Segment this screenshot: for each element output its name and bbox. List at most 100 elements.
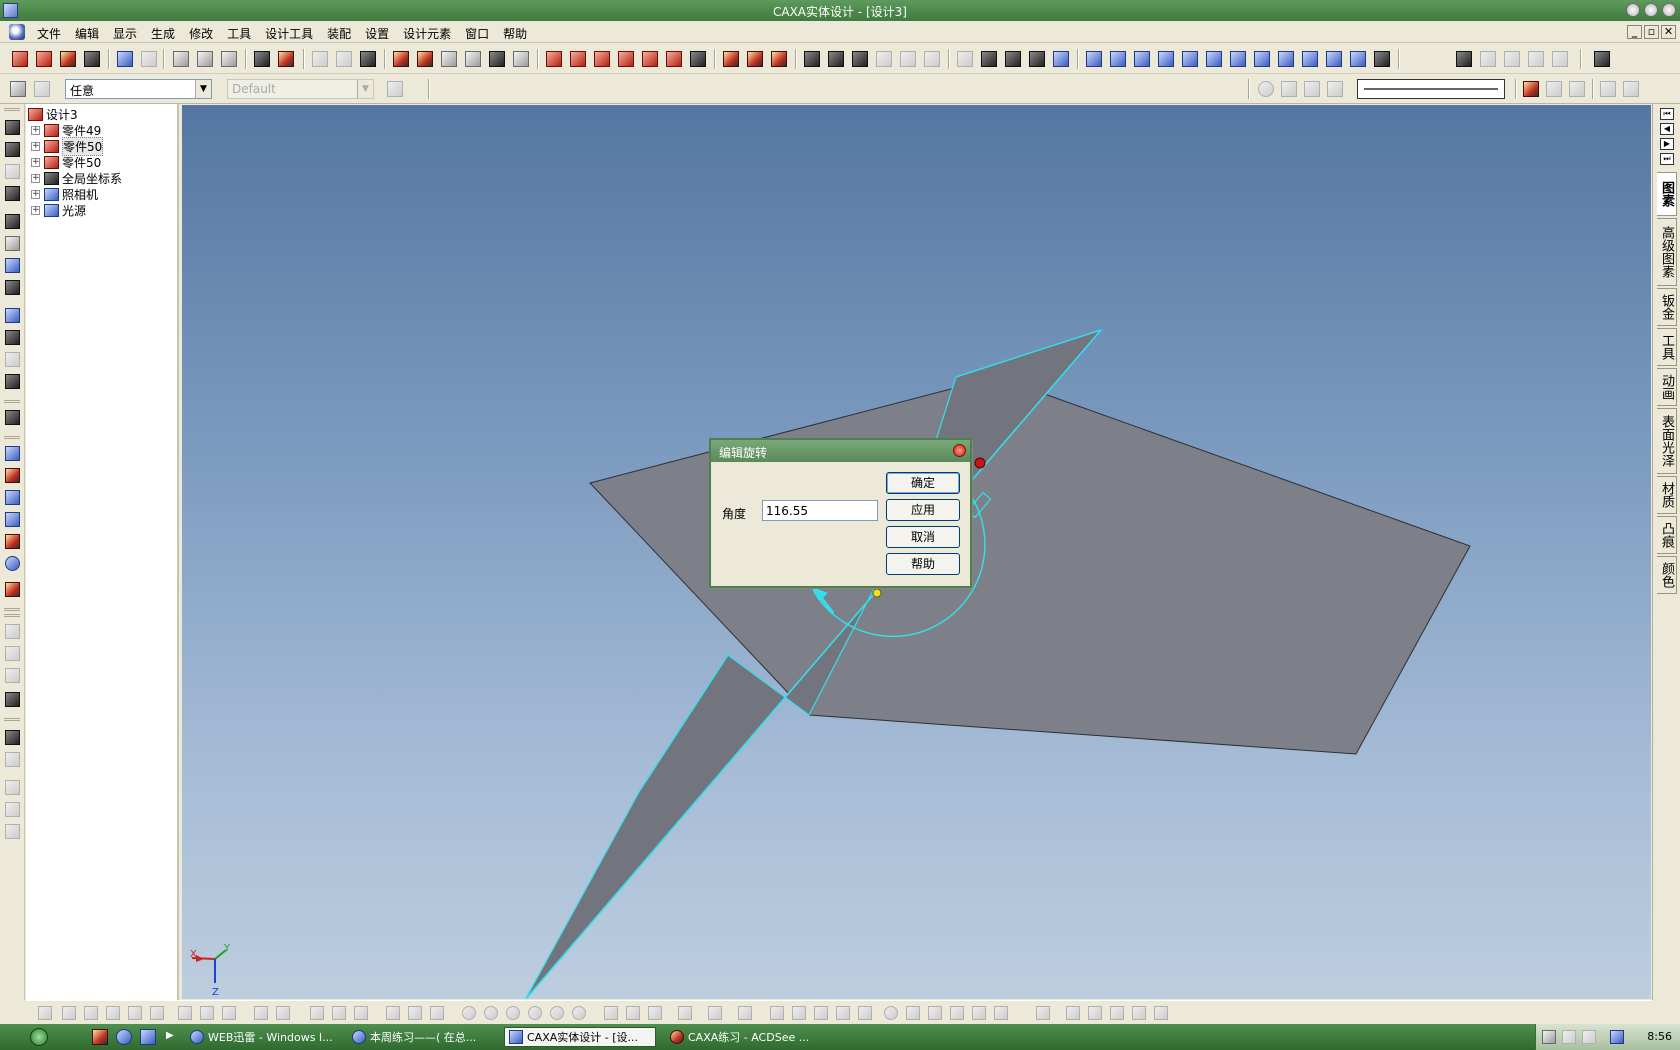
snap-b-icon[interactable]: [408, 1006, 422, 1020]
mdi-restore-button[interactable]: ▫: [1644, 25, 1659, 39]
angle-input[interactable]: [762, 500, 878, 521]
play-icon[interactable]: [1281, 81, 1297, 97]
menu-settings[interactable]: 设置: [358, 25, 396, 42]
task-button[interactable]: 本周练习——( 在总...: [348, 1027, 498, 1047]
view-a-icon[interactable]: [957, 51, 973, 67]
sketch-rect-icon[interactable]: [570, 51, 586, 67]
expand-icon[interactable]: +: [31, 157, 40, 167]
circle-b-icon[interactable]: [484, 1006, 498, 1020]
view-e-icon[interactable]: [1053, 51, 1069, 67]
chevron-down-icon[interactable]: ▼: [195, 80, 211, 98]
delete-icon[interactable]: [222, 1006, 236, 1020]
face-a-icon[interactable]: [5, 446, 20, 461]
layer-b-icon[interactable]: [5, 646, 20, 661]
arc-c-icon[interactable]: [648, 1006, 662, 1020]
extrude-icon[interactable]: [393, 51, 409, 67]
tab-emboss[interactable]: 凸痕: [1657, 516, 1677, 554]
dropper-icon[interactable]: [5, 730, 20, 745]
constraint-a-icon[interactable]: [254, 1006, 268, 1020]
apply-button[interactable]: 应用: [886, 499, 960, 521]
mdi-close-button[interactable]: ✕: [1661, 25, 1676, 39]
feature-f-icon[interactable]: [924, 51, 940, 67]
sketch-offset-icon[interactable]: [666, 51, 682, 67]
tab-animation[interactable]: 动画: [1657, 368, 1677, 406]
camera-d-icon[interactable]: [5, 374, 20, 389]
curve-j-icon[interactable]: [1302, 51, 1318, 67]
expand-icon[interactable]: +: [31, 125, 40, 135]
render-b-icon[interactable]: [1480, 51, 1496, 67]
face-d-icon[interactable]: [5, 512, 20, 527]
circle-f-icon[interactable]: [572, 1006, 586, 1020]
snap-a-icon[interactable]: [386, 1006, 400, 1020]
feature-e-icon[interactable]: [900, 51, 916, 67]
feature-d-icon[interactable]: [876, 51, 892, 67]
tab-sheet-metal[interactable]: 钣金: [1657, 288, 1677, 326]
slash-icon[interactable]: [994, 1006, 1008, 1020]
surface-b-icon[interactable]: [747, 51, 763, 67]
measure-c-icon[interactable]: [814, 1006, 828, 1020]
menu-file[interactable]: 文件: [30, 25, 68, 42]
tool-b-icon[interactable]: [336, 51, 352, 67]
next-page-icon[interactable]: ▶: [1660, 138, 1674, 150]
sketch-edit-icon[interactable]: [618, 51, 634, 67]
spline-icon[interactable]: [678, 1006, 692, 1020]
quicklaunch-c-icon[interactable]: [140, 1029, 156, 1045]
cancel-button[interactable]: 取消: [886, 526, 960, 548]
render-mode-icon[interactable]: [5, 410, 20, 425]
chevron-right-icon[interactable]: ▶: [166, 1030, 174, 1041]
pan-icon[interactable]: [5, 120, 20, 135]
sketch-trim-icon[interactable]: [690, 51, 706, 67]
face-c-icon[interactable]: [5, 490, 20, 505]
guide-a-icon[interactable]: [1036, 1006, 1050, 1020]
task-button[interactable]: WEB迅雷 - Windows I...: [186, 1027, 336, 1047]
anim-e-icon[interactable]: [1623, 81, 1639, 97]
rewind-icon[interactable]: [1327, 81, 1343, 97]
split-icon[interactable]: [200, 1006, 214, 1020]
expand-icon[interactable]: +: [31, 205, 40, 215]
feature-c-icon[interactable]: [852, 51, 868, 67]
help-button[interactable]: 帮助: [886, 553, 960, 575]
angle-icon[interactable]: [972, 1006, 986, 1020]
menu-help[interactable]: 帮助: [496, 25, 534, 42]
arc-a-icon[interactable]: [604, 1006, 618, 1020]
render-c-icon[interactable]: [1504, 51, 1520, 67]
tab-elements[interactable]: 图素: [1657, 172, 1677, 216]
pen-a-icon[interactable]: [906, 1006, 920, 1020]
first-page-icon[interactable]: ⏮: [1660, 108, 1674, 120]
tree-item-coordinate-system[interactable]: + 全局坐标系: [31, 170, 122, 186]
curve-a-icon[interactable]: [1086, 51, 1102, 67]
layer-a-icon[interactable]: [5, 624, 20, 639]
smart-a-icon[interactable]: [38, 1006, 52, 1020]
quicklaunch-a-icon[interactable]: [92, 1029, 108, 1045]
anim-b-icon[interactable]: [1546, 81, 1562, 97]
tool-d-icon[interactable]: [513, 51, 529, 67]
feature-b-icon[interactable]: [828, 51, 844, 67]
filter-select[interactable]: 任意 ▼: [65, 79, 212, 99]
gray-a-icon[interactable]: [5, 780, 20, 795]
task-button[interactable]: CAXA练习 - ACDSee ...: [666, 1027, 816, 1047]
look-at-icon[interactable]: [5, 280, 20, 295]
curve-d-icon[interactable]: [1158, 51, 1174, 67]
zoom-fit-icon[interactable]: [5, 258, 20, 273]
orbit-icon[interactable]: [5, 142, 20, 157]
fillet-icon[interactable]: [708, 1006, 722, 1020]
open-folder-icon[interactable]: [60, 51, 76, 67]
circle-d-icon[interactable]: [528, 1006, 542, 1020]
options-icon[interactable]: [1594, 51, 1610, 67]
tab-material[interactable]: 材质: [1657, 476, 1677, 514]
expand-icon[interactable]: +: [31, 141, 40, 151]
camera-b-icon[interactable]: [5, 330, 20, 345]
view-c-icon[interactable]: [1005, 51, 1021, 67]
dimension-icon[interactable]: [738, 1006, 752, 1020]
menu-generate[interactable]: 生成: [144, 25, 182, 42]
select-box-icon[interactable]: [34, 81, 50, 97]
menu-edit[interactable]: 编辑: [68, 25, 106, 42]
curve-m-icon[interactable]: [1374, 51, 1390, 67]
tree-item-part[interactable]: + 零件50: [31, 154, 101, 170]
menu-modify[interactable]: 修改: [182, 25, 220, 42]
smart-c-icon[interactable]: [84, 1006, 98, 1020]
anim-a-icon[interactable]: [1523, 81, 1539, 97]
curve-h-icon[interactable]: [1254, 51, 1270, 67]
curve-c-icon[interactable]: [1134, 51, 1150, 67]
constraint-b-icon[interactable]: [276, 1006, 290, 1020]
